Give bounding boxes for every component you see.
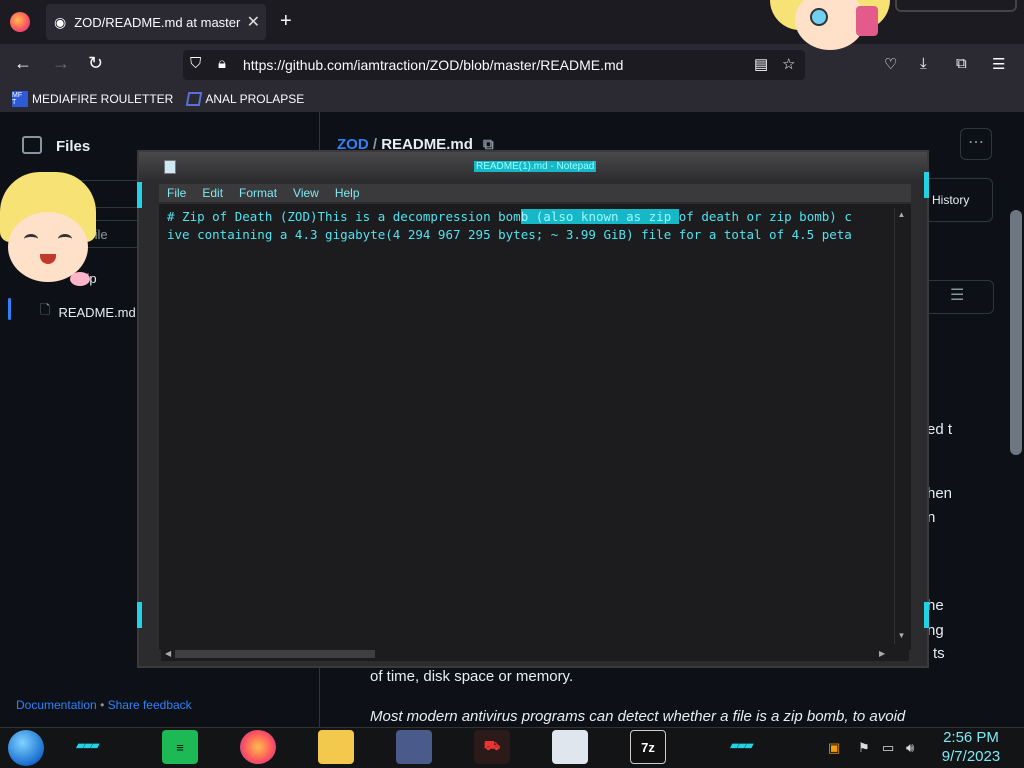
notepad-title: README(1).md - Notepad <box>474 161 597 172</box>
decor-frame <box>895 0 1017 12</box>
active-indicator <box>8 298 11 320</box>
bookmarks-bar: MF T MEDIAFIRE ROULETTER ANAL PROLAPSE <box>0 86 1024 112</box>
close-tab-icon[interactable]: ✕ <box>247 12 260 32</box>
share-feedback-link[interactable]: Share feedback <box>108 698 192 712</box>
menu-format[interactable]: Format <box>239 186 277 200</box>
sidebar-footer: Documentation • Share feedback <box>16 698 192 712</box>
sidebar-item-readme[interactable]: 🗋 README.md <box>40 301 136 323</box>
readme-paragraph: of time, disk space or memory. <box>370 668 574 685</box>
notepad-text-area[interactable]: # Zip of Death (ZOD)This is a decompress… <box>159 204 911 650</box>
documentation-link[interactable]: Documentation <box>16 698 97 712</box>
system-clock[interactable]: 2:56 PM 9/7/2023 <box>938 728 1004 766</box>
back-icon[interactable]: ← <box>14 53 32 74</box>
more-options-button[interactable]: ⋯ <box>960 128 992 160</box>
bookmark-mediafire[interactable]: MF T MEDIAFIRE ROULETTER <box>12 91 173 107</box>
menu-icon[interactable]: ☰ <box>992 55 1005 73</box>
firefox-icon[interactable] <box>10 12 30 32</box>
scroll-up-icon[interactable]: ▲ <box>895 210 908 219</box>
text-line-2: ive containing a 4.3 gigabyte(4 294 967 … <box>167 227 852 242</box>
mediafire-icon: MF T <box>12 91 28 107</box>
spotify-icon[interactable]: ≡ <box>162 730 198 764</box>
lock-icon[interactable]: 🔒︎ <box>218 55 226 72</box>
forward-icon[interactable]: → <box>52 53 70 74</box>
history-button[interactable]: History <box>925 178 993 222</box>
url-text: https://github.com/iamtraction/ZOD/blob/… <box>243 57 624 73</box>
decor-stripes: ▰▰▰ <box>76 738 100 752</box>
cartoon-character-image <box>770 0 890 58</box>
extensions-icon[interactable]: ⧉ <box>956 55 967 72</box>
footer-separator: • <box>100 698 105 712</box>
page-scrollbar[interactable] <box>1010 210 1022 455</box>
browser-tab[interactable]: ◉ ZOD/README.md at master · ia ✕ <box>46 4 266 40</box>
7zip-icon[interactable]: 7z <box>630 730 666 764</box>
notepad-vertical-scrollbar[interactable]: ▲ ▼ <box>894 208 908 644</box>
decor-stripes: ▰▰▰ <box>730 738 754 752</box>
file-icon: 🗋 <box>40 302 51 317</box>
clock-date: 9/7/2023 <box>941 748 1001 765</box>
menu-file[interactable]: File <box>167 186 186 200</box>
menu-help[interactable]: Help <box>335 186 360 200</box>
text-fragment: ed t <box>927 421 953 438</box>
text-selection: b (also known as zip <box>520 209 679 224</box>
frame-accent <box>924 602 929 628</box>
app-tray-icon[interactable]: ▣ <box>828 740 840 756</box>
tab-title: ZOD/README.md at master · ia <box>74 14 245 30</box>
download-icon[interactable]: ⤓ <box>920 55 927 72</box>
network-icon[interactable]: ▭ <box>882 740 894 756</box>
taskbar <box>0 727 1024 768</box>
sidebar-toggle-icon[interactable] <box>22 136 42 154</box>
menu-view[interactable]: View <box>293 186 319 200</box>
notepad-horizontal-scrollbar[interactable]: ◀ ▶ <box>161 647 909 661</box>
volume-icon[interactable]: 🔊︎ <box>906 740 914 756</box>
readme-label: README.md <box>58 304 136 320</box>
menu-edit[interactable]: Edit <box>202 186 223 200</box>
frame-accent <box>924 172 929 198</box>
reader-view-icon[interactable]: ▤ <box>754 55 768 73</box>
github-icon: ◉ <box>54 13 67 30</box>
network-folder-icon[interactable] <box>552 730 588 764</box>
file-explorer-icon[interactable] <box>318 730 354 764</box>
notepad-window: README(1).md - Notepad File Edit Format … <box>137 150 929 668</box>
text-fragment: he <box>927 597 944 614</box>
text-fragment: hen <box>927 485 953 502</box>
reload-icon[interactable]: ↻ <box>88 53 103 74</box>
shield-icon[interactable]: ⛉ <box>190 55 201 72</box>
new-tab-button[interactable]: + <box>280 10 292 33</box>
start-button[interactable] <box>8 730 44 766</box>
frame-accent <box>137 182 142 208</box>
text-fragment: ts <box>933 645 945 662</box>
text-fragment: ng <box>927 622 944 639</box>
outline-icon[interactable]: ☰ <box>950 285 964 305</box>
url-bar[interactable]: https://github.com/iamtraction/ZOD/blob/… <box>183 50 805 80</box>
firefox-icon[interactable] <box>240 730 276 764</box>
bookmark-icon <box>186 92 203 106</box>
readme-paragraph: Most modern antivirus programs can detec… <box>370 708 906 725</box>
window-icon[interactable] <box>396 730 432 764</box>
racing-game-icon[interactable]: ⛟ <box>474 730 510 764</box>
notepad-icon[interactable] <box>164 160 176 174</box>
scroll-thumb[interactable] <box>175 650 375 658</box>
flag-icon[interactable]: ⚑ <box>858 740 870 756</box>
bookmark-label: MEDIAFIRE ROULETTER <box>32 92 174 106</box>
scroll-down-icon[interactable]: ▼ <box>895 631 908 640</box>
files-title: Files <box>56 138 91 155</box>
cartoon-character-sticker <box>0 172 96 292</box>
frame-accent <box>137 602 142 628</box>
scroll-left-icon[interactable]: ◀ <box>165 649 171 658</box>
notepad-menubar: File Edit Format View Help <box>159 184 911 202</box>
clock-time: 2:56 PM <box>943 729 999 746</box>
scroll-right-icon[interactable]: ▶ <box>879 649 885 658</box>
bookmark-anal-prolapse[interactable]: ANAL PROLAPSE <box>186 92 305 106</box>
text-line-1: # Zip of Death (ZOD)This is a decompress… <box>167 209 852 224</box>
bookmark-label: ANAL PROLAPSE <box>205 92 305 106</box>
